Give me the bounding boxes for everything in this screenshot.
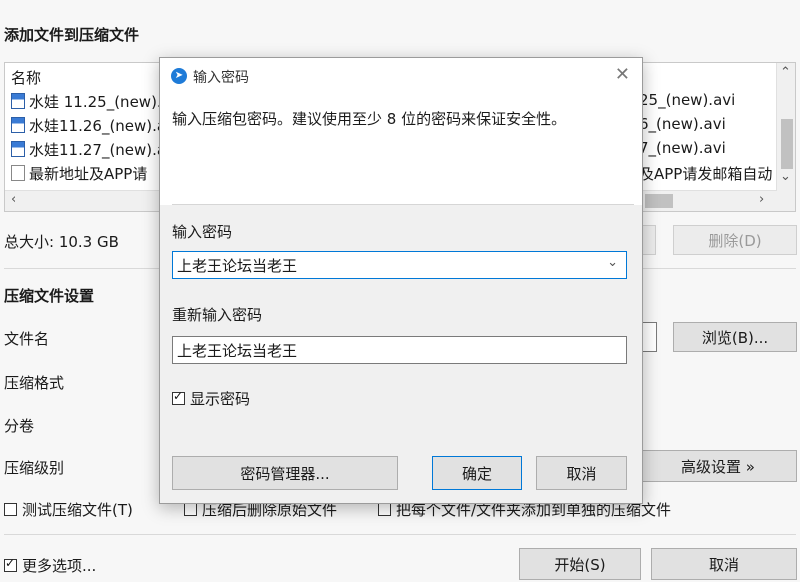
settings-heading: 压缩文件设置 (4, 287, 95, 305)
level-label: 压缩级别 (4, 459, 65, 477)
list-item[interactable]: 水娃11.27_(new).a (11, 139, 166, 161)
list-item-right-text: 7_(new).avi (639, 139, 726, 157)
format-label: 压缩格式 (4, 374, 65, 392)
vertical-scrollbar[interactable]: ⌃ ⌄ (776, 63, 795, 211)
document-file-icon (11, 165, 25, 181)
scroll-up-icon[interactable]: ⌃ (780, 65, 791, 80)
dialog-description: 输入压缩包密码。建议使用至少 8 位的密码来保证安全性。 (172, 110, 567, 128)
dialog-cancel-button[interactable]: 取消 (536, 456, 627, 490)
start-button[interactable]: 开始(S) (519, 548, 641, 580)
cancel-button[interactable]: 取消 (651, 548, 797, 580)
total-size: 总大小: 10.3 GB (4, 233, 119, 251)
chevron-down-icon[interactable]: ⌄ (607, 255, 618, 270)
password-manager-button[interactable]: 密码管理器... (172, 456, 398, 490)
show-password-checkbox[interactable] (172, 389, 185, 405)
show-password-option[interactable]: 显示密码 (172, 388, 250, 409)
test-archive-option[interactable]: 测试压缩文件(T) (4, 499, 133, 520)
reenter-password-input[interactable]: 上老王论坛当老王 (172, 336, 627, 364)
video-file-icon (11, 141, 25, 157)
password-dialog: ➤ 输入密码 ✕ 输入压缩包密码。建议使用至少 8 位的密码来保证安全性。 输入… (159, 57, 643, 504)
delete-button[interactable]: 删除(D) (673, 225, 797, 255)
list-item-right-text: 25_(new).avi (639, 91, 736, 109)
ok-button[interactable]: 确定 (432, 456, 522, 490)
password-input[interactable]: 上老王论坛当老王 ⌄ (172, 251, 627, 279)
list-item[interactable]: 水娃11.26_(new).a (11, 115, 166, 137)
dialog-description-area: 输入压缩包密码。建议使用至少 8 位的密码来保证安全性。 (160, 94, 642, 204)
browse-button[interactable]: 浏览(B)... (673, 322, 797, 352)
vertical-scroll-thumb[interactable] (781, 119, 793, 169)
password-label: 输入密码 (172, 223, 233, 241)
split-label: 分卷 (4, 417, 35, 435)
video-file-icon (11, 93, 25, 109)
divider (4, 534, 796, 535)
delete-after-checkbox[interactable] (184, 503, 197, 516)
scroll-left-icon[interactable]: ‹ (11, 192, 16, 207)
horizontal-scroll-thumb[interactable] (645, 194, 673, 208)
password-value: 上老王论坛当老王 (177, 256, 298, 275)
column-header-name[interactable]: 名称 (11, 67, 41, 88)
scroll-right-icon[interactable]: › (759, 192, 764, 207)
close-icon[interactable]: ✕ (615, 64, 630, 85)
separate-archives-checkbox[interactable] (378, 503, 391, 516)
list-item-right-text: 6_(new).avi (639, 115, 726, 133)
list-item-right-text: 及APP请发邮箱自动 (639, 165, 773, 183)
more-options[interactable]: 更多选项... (4, 555, 96, 576)
reenter-password-label: 重新输入密码 (172, 306, 263, 324)
reenter-password-value: 上老王论坛当老王 (177, 341, 298, 360)
video-file-icon (11, 117, 25, 133)
more-options-checkbox[interactable] (4, 556, 17, 572)
scroll-down-icon[interactable]: ⌄ (780, 169, 791, 184)
dialog-titlebar[interactable]: ➤ 输入密码 ✕ (160, 58, 642, 94)
dialog-title: 输入密码 (193, 70, 249, 86)
dialog-form-area: 输入密码 上老王论坛当老王 ⌄ 重新输入密码 上老王论坛当老王 显示密码 密码管… (160, 205, 642, 503)
list-item[interactable]: 最新地址及APP请 (11, 163, 147, 185)
list-item[interactable]: 水娃 11.25_(new). (11, 91, 162, 113)
test-archive-checkbox[interactable] (4, 503, 17, 516)
app-logo-icon: ➤ (171, 68, 187, 84)
window-heading: 添加文件到压缩文件 (4, 26, 140, 44)
filename-label: 文件名 (4, 330, 50, 348)
advanced-settings-button[interactable]: 高级设置 » (640, 450, 797, 482)
